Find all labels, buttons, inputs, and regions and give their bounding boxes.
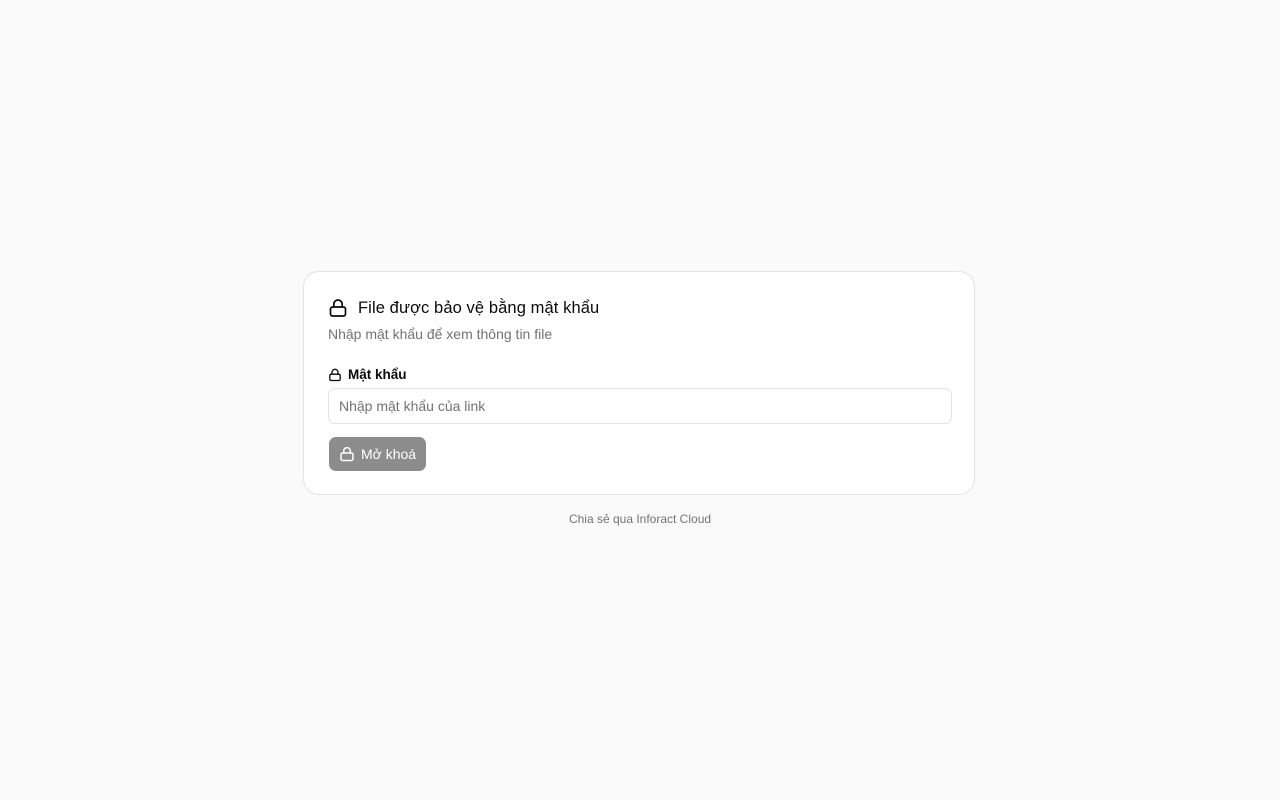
footer-text: Chia sẻ qua Inforact Cloud: [568, 512, 712, 526]
card-description: Nhập mật khẩu để xem thông tin file: [328, 326, 553, 342]
password-card: File được bảo vệ bằng mật khẩu Nhập mật …: [303, 271, 975, 495]
lock-icon: [339, 446, 355, 462]
unlock-button[interactable]: Mở khoá: [329, 437, 427, 471]
unlock-button-label: Mở khoá: [361, 446, 417, 462]
password-label: Mật khẩu: [328, 367, 407, 382]
lock-icon: [328, 368, 342, 382]
password-input[interactable]: [328, 388, 952, 424]
password-label-text: Mật khẩu: [348, 367, 407, 382]
card-header: File được bảo vệ bằng mật khẩu: [328, 298, 599, 318]
card-title: File được bảo vệ bằng mật khẩu: [358, 298, 600, 317]
page: File được bảo vệ bằng mật khẩu Nhập mật …: [0, 0, 1280, 800]
lock-icon: [328, 298, 348, 318]
